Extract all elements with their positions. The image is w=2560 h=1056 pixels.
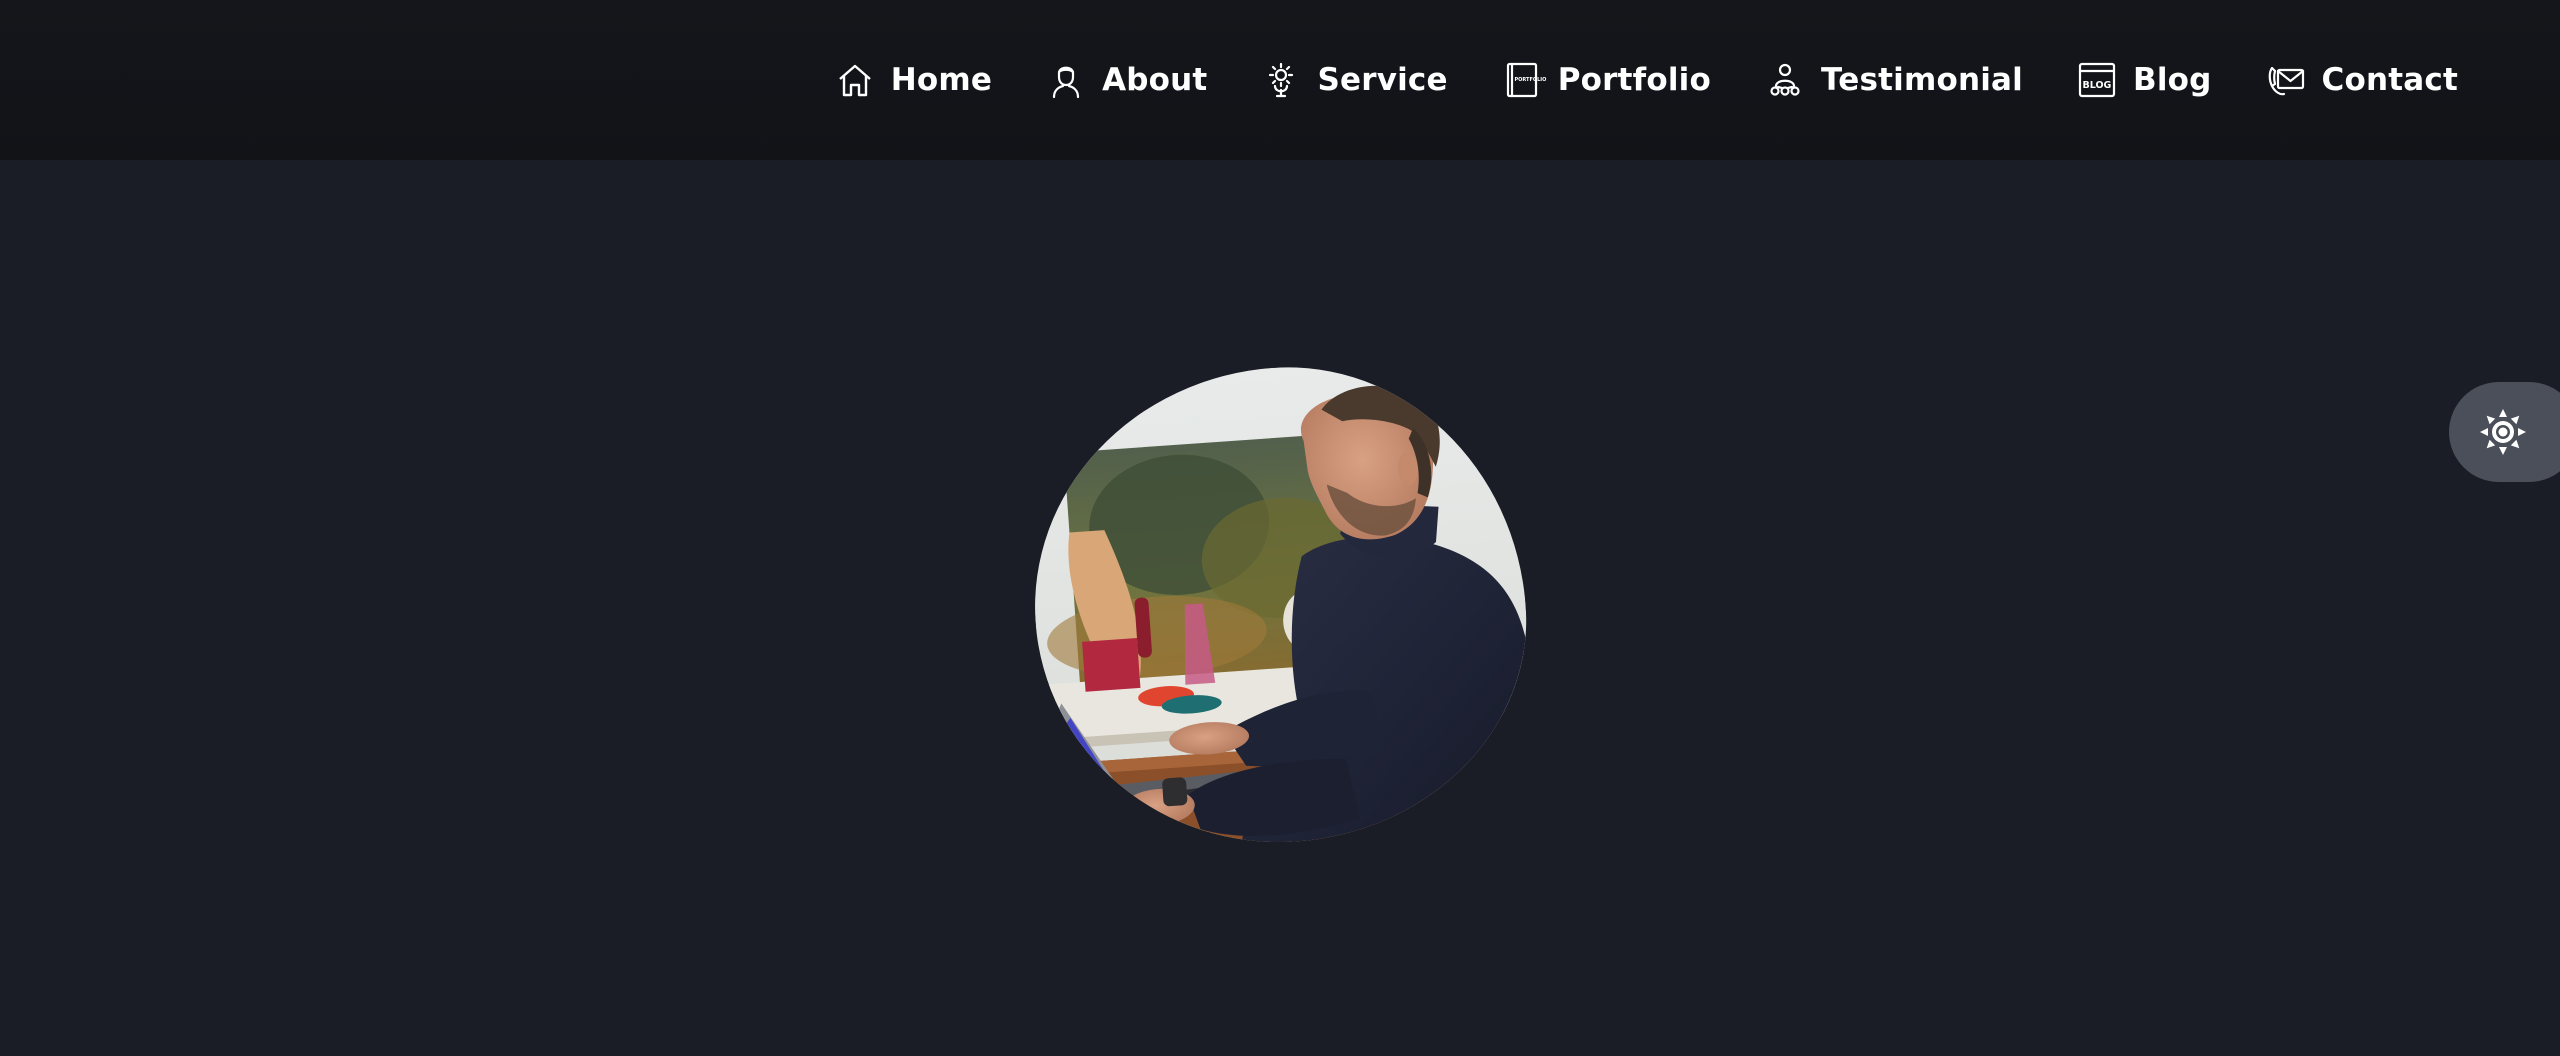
- nav-about-label: About: [1102, 62, 1208, 98]
- nav-home[interactable]: Home: [835, 60, 992, 100]
- avatar-photo: [1019, 351, 1541, 859]
- nav-testimonial[interactable]: Testimonial: [1765, 60, 2023, 100]
- service-icon: [1261, 60, 1301, 100]
- theme-toggle-button[interactable]: [2449, 382, 2560, 482]
- user-icon: [1046, 60, 1086, 100]
- nav-testimonial-label: Testimonial: [1821, 62, 2023, 98]
- hero-avatar: [1019, 351, 1541, 859]
- home-icon: [835, 60, 875, 100]
- testimonial-icon: [1765, 60, 1805, 100]
- portfolio-icon-text: PORTFOLIO: [1514, 77, 1546, 83]
- nav-portfolio-label: Portfolio: [1557, 62, 1711, 98]
- nav-contact-label: Contact: [2321, 62, 2458, 98]
- nav-portfolio[interactable]: PORTFOLIO Portfolio: [1502, 60, 1711, 100]
- nav-blog-label: Blog: [2133, 62, 2212, 98]
- blog-icon-text: BLOG: [2083, 80, 2112, 91]
- nav-home-label: Home: [890, 62, 993, 98]
- main-nav: Home About Service PORTFOLIO Portfolio T…: [835, 0, 2458, 160]
- portfolio-icon: PORTFOLIO: [1502, 60, 1546, 100]
- site-header: Home About Service PORTFOLIO Portfolio T…: [0, 0, 2560, 160]
- contact-icon: [2266, 60, 2306, 100]
- nav-service[interactable]: Service: [1261, 60, 1448, 100]
- nav-about[interactable]: About: [1046, 60, 1207, 100]
- nav-contact[interactable]: Contact: [2266, 60, 2458, 100]
- nav-blog[interactable]: BLOG Blog: [2077, 60, 2212, 100]
- sun-icon: [2480, 409, 2526, 455]
- nav-service-label: Service: [1317, 62, 1448, 98]
- blog-icon: BLOG: [2077, 60, 2117, 100]
